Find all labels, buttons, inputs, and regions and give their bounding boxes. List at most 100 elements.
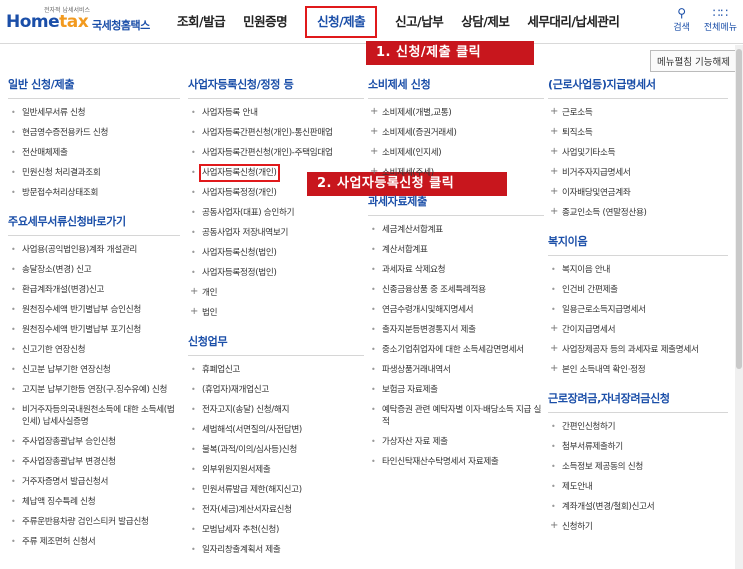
menu-item[interactable]: 신고분 납부기한 연장신청 [8,364,180,376]
scrollbar-thumb[interactable] [736,49,742,369]
menu-item[interactable]: 모범납세자 추천(신청) [188,524,364,536]
menu-item[interactable]: 소비제세(증권거래세) [368,126,544,139]
menu-item[interactable]: 일용근로소득지급명세서 [548,304,728,316]
menu-item[interactable]: 제도안내 [548,481,728,493]
menu-item[interactable]: 종교인소득 (연말정산용) [548,206,728,219]
menu-item[interactable]: 예탁증권 관련 예탁자별 이자·배당소득 지급 실적 [368,404,544,428]
menu-item[interactable]: 개인 [188,286,364,299]
all-menu-button[interactable]: ∷∷ 전체메뉴 [704,6,737,33]
menu-item[interactable]: 세금계산서합계표 [368,224,544,236]
menu-item[interactable]: 소비제세(주세) [368,166,544,179]
menu-item[interactable]: 현금영수증전용카드 신청 [8,127,180,139]
menu-section-title[interactable]: 근로장려금,자녀장려금신청 [548,390,728,413]
menu-item[interactable]: 간편인신청하기 [548,421,728,433]
menu-item[interactable]: 퇴직소득 [548,126,728,139]
menu-item[interactable]: 고지분 납부기한등 연장(구.징수유예) 신청 [8,384,180,396]
menu-item[interactable]: 체납액 징수특례 신청 [8,496,180,508]
nav-tab-1[interactable]: 민원증명 [234,0,296,44]
menu-item[interactable]: 주류운반용차량 검인스티커 발급신청 [8,516,180,528]
menu-item[interactable]: 사업자등록신청(법인) [188,247,364,259]
menu-item[interactable]: 원천징수세액 반기별납부 승인신청 [8,304,180,316]
menu-item[interactable]: 중소기업취업자에 대한 소득세감면명세서 [368,344,544,356]
menu-item[interactable]: 사업장제공자 등의 과세자료 제출명세서 [548,343,728,356]
nav-tab-2[interactable]: 신청/제출 [296,0,386,44]
menu-item[interactable]: 민원서류발급 제한(해지신고) [188,484,364,496]
menu-item[interactable]: 이자배당및연금계좌 [548,186,728,199]
menu-item[interactable]: 전자고지(송달) 신청/해지 [188,404,364,416]
menu-item[interactable]: 환급계좌개설(변경)신고 [8,284,180,296]
nav-tab-5[interactable]: 세무대리/납세관리 [518,0,628,44]
menu-item[interactable]: 불복(과적/이의/심사등)신청 [188,444,364,456]
menu-item-label: 사업자등록신청(개인) [199,164,280,182]
menu-item[interactable]: 공동사업자(대표) 승인하기 [188,207,364,219]
menu-item[interactable]: 계산서합계표 [368,244,544,256]
menu-item[interactable]: 송달장소(변경) 신고 [8,264,180,276]
menu-item[interactable]: 주사업장총괄납부 승인신청 [8,436,180,448]
menu-item[interactable]: 공동사업자 저장내역보기 [188,227,364,239]
menu-item[interactable]: 비거주자지급명세서 [548,166,728,179]
menu-section-title[interactable]: 사업자등록신청/정정 등 [188,76,364,99]
menu-section-title[interactable]: (근로사업등)지급명세서 [548,76,728,99]
menu-item[interactable]: 사업및기타소득 [548,146,728,159]
menu-section-title[interactable]: 과세자료제출 [368,193,544,216]
menu-item[interactable]: 신청하기 [548,520,728,533]
menu-item[interactable]: 사업자등록간편신청(개인)-통신판매업 [188,127,364,139]
menu-section-title[interactable]: 주요세무서류신청바로가기 [8,213,180,236]
nav-tab-0[interactable]: 조회/발급 [168,0,234,44]
menu-item[interactable]: 과세자료 삭제요청 [368,264,544,276]
menu-item[interactable]: 원천징수세액 반기별납부 포기신청 [8,324,180,336]
menu-item[interactable]: 휴폐업신고 [188,364,364,376]
scrollbar[interactable] [735,45,743,569]
menu-item-label: 송달장소(변경) 신고 [22,265,92,275]
menu-column-1: 일반 신청/제출일반세무서류 신청현금영수증전용카드 신청전산매체제출민원신청 … [8,76,180,556]
nav-tab-4[interactable]: 상담/제보 [452,0,518,44]
menu-item[interactable]: 소비제세(개별,교통) [368,106,544,119]
menu-item[interactable]: 출자지분등변경통지서 제출 [368,324,544,336]
menu-item[interactable]: 소득정보 제공동의 신청 [548,461,728,473]
menu-expand-toggle-button[interactable]: 메뉴펼침 기능해제 [650,50,737,72]
menu-item[interactable]: 본인 소득내역 확인·정정 [548,363,728,376]
menu-item[interactable]: 복지이음 안내 [548,264,728,276]
menu-item[interactable]: 외부위원지원서제출 [188,464,364,476]
menu-item[interactable]: 첨부서류제출하기 [548,441,728,453]
menu-item[interactable]: (휴업자)재개업신고 [188,384,364,396]
menu-item[interactable]: 민원신청 처리결과조회 [8,167,180,179]
menu-item[interactable]: 근로소득 [548,106,728,119]
menu-item[interactable]: 사업자등록정정(개인) [188,187,364,199]
menu-item[interactable]: 소비제세(인지세) [368,146,544,159]
menu-item[interactable]: 법인 [188,306,364,319]
menu-item-label: 사업및기타소득 [562,148,616,158]
menu-item[interactable]: 거주자증명서 발급신청서 [8,476,180,488]
menu-item[interactable]: 사업자등록 안내 [188,107,364,119]
hometax-logo[interactable]: 전자적 납세서비스 Hometax 국세청홈택스 [6,5,154,37]
menu-item[interactable]: 비거주자등의국내원천소득에 대한 소득세(법인세) 납세사실증명 [8,404,180,428]
menu-item[interactable]: 사업자등록간편신청(개인)-주택임대업 [188,147,364,159]
menu-item[interactable]: 신종금융상품 중 조세특례적용 [368,284,544,296]
menu-item[interactable]: 전자(세금)계산서자료신청 [188,504,364,516]
menu-item[interactable]: 인건비 간편제출 [548,284,728,296]
menu-item[interactable]: 보험금 자료제출 [368,384,544,396]
menu-item[interactable]: 사업자등록정정(법인) [188,267,364,279]
menu-section-title[interactable]: 신청업무 [188,333,364,356]
menu-item[interactable]: 주사업장총괄납부 변경신청 [8,456,180,468]
menu-item[interactable]: 일반세무서류 신청 [8,107,180,119]
menu-item[interactable]: 세법해석(서면질의/사전답변) [188,424,364,436]
menu-item[interactable]: 주류 제조면허 신청서 [8,536,180,548]
menu-section-title[interactable]: 소비제세 신청 [368,76,544,99]
nav-tab-3[interactable]: 신고/납부 [386,0,452,44]
menu-item[interactable]: 전산매체제출 [8,147,180,159]
menu-item-business-registration-individual[interactable]: 사업자등록신청(개인) [188,164,364,182]
search-button[interactable]: ⚲ 검색 [673,6,690,33]
menu-item[interactable]: 가상자산 자료 제출 [368,436,544,448]
menu-item[interactable]: 사업용(공익법인용)계좌 개설관리 [8,244,180,256]
menu-item[interactable]: 일자리창출계획서 제출 [188,544,364,556]
menu-item[interactable]: 타인신탁재산수탁명세서 자료제출 [368,456,544,468]
menu-section-title[interactable]: 일반 신청/제출 [8,76,180,99]
menu-item[interactable]: 연금수령개시및해지명세서 [368,304,544,316]
menu-item[interactable]: 간이지급명세서 [548,323,728,336]
menu-section-title[interactable]: 복지이음 [548,233,728,256]
menu-item[interactable]: 계좌개설(변경/철회)신고서 [548,501,728,513]
menu-item[interactable]: 신고기한 연장신청 [8,344,180,356]
menu-item[interactable]: 방문접수처리상태조회 [8,187,180,199]
menu-item[interactable]: 파생상품거래내역서 [368,364,544,376]
